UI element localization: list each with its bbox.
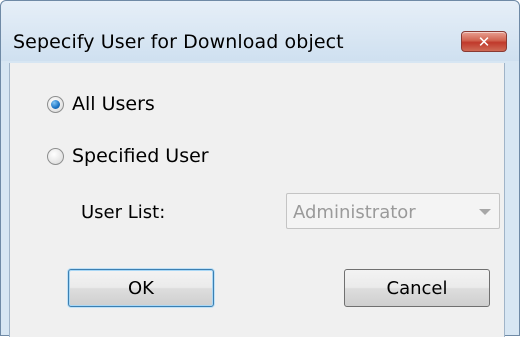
- cancel-button-label: Cancel: [386, 277, 448, 299]
- chevron-down-icon: [479, 209, 491, 215]
- dialog-window: Sepecify User for Download object ✕ All …: [0, 0, 520, 337]
- all-users-option[interactable]: All Users: [47, 93, 155, 115]
- specified-user-option[interactable]: Specified User: [47, 145, 209, 167]
- title-bar[interactable]: Sepecify User for Download object ✕: [1, 1, 519, 61]
- specified-user-label: Specified User: [72, 145, 209, 167]
- ok-button-label: OK: [128, 277, 154, 299]
- dialog-body: All Users Specified User User List: Admi…: [9, 63, 505, 337]
- user-list-label: User List:: [81, 202, 166, 223]
- cancel-button[interactable]: Cancel: [344, 269, 490, 307]
- dialog-title: Sepecify User for Download object: [13, 31, 344, 53]
- all-users-label: All Users: [72, 93, 155, 115]
- user-list-value: Administrator: [293, 202, 416, 223]
- close-icon: ✕: [477, 32, 491, 51]
- specified-user-radio[interactable]: [47, 147, 64, 165]
- all-users-radio[interactable]: [47, 95, 64, 113]
- user-list-dropdown[interactable]: Administrator: [286, 193, 500, 229]
- close-button[interactable]: ✕: [461, 31, 507, 52]
- ok-button[interactable]: OK: [68, 269, 214, 307]
